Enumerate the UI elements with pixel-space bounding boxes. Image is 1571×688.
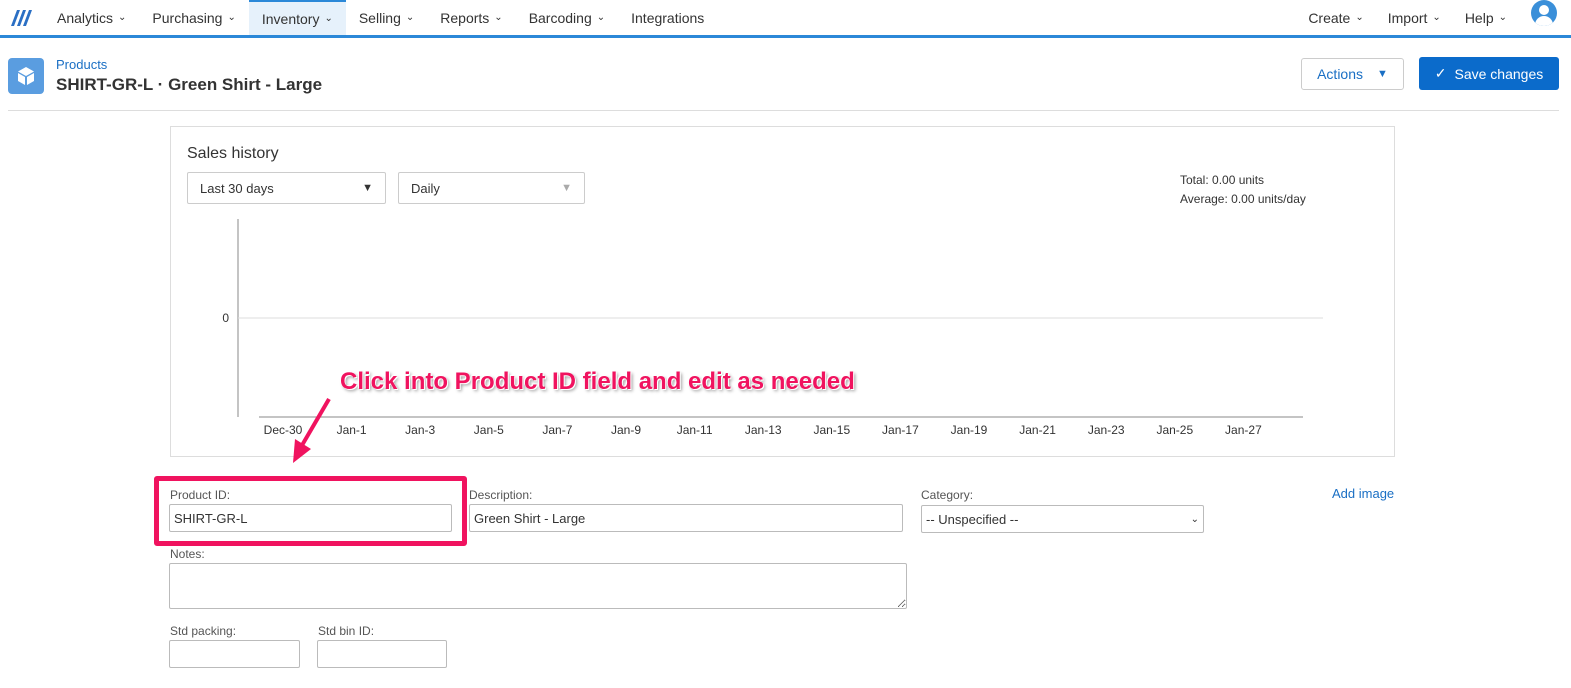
range-select[interactable]: Last 30 days ▼ (187, 172, 386, 204)
chevron-down-icon: ⌄ (1355, 12, 1364, 23)
x-tick-label: Jan-5 (474, 423, 504, 437)
nav-selling[interactable]: Selling ⌄ (346, 0, 427, 35)
x-tick-label: Jan-27 (1225, 423, 1262, 437)
average-text: Average: 0.00 units/day (1180, 192, 1306, 206)
page-title: SHIRT-GR-L · Green Shirt - Large (56, 75, 323, 94)
save-label: Save changes (1454, 65, 1544, 82)
x-tick-label: Jan-19 (951, 423, 988, 437)
std-packing-label: Std packing: (170, 624, 237, 638)
description-label: Description: (469, 488, 533, 502)
breadcrumb-products[interactable]: Products (56, 57, 107, 72)
nav-label: Selling (358, 9, 401, 26)
nav-label: Help (1464, 9, 1494, 26)
interval-select[interactable]: Daily ▼ (398, 172, 585, 204)
x-tick-label: Jan-11 (677, 423, 713, 437)
nav-purchasing[interactable]: Purchasing ⌄ (139, 0, 248, 35)
actions-button[interactable]: Actions ▼ (1301, 58, 1404, 90)
x-tick-label: Jan-13 (745, 423, 782, 437)
chevron-down-icon: ⌄ (1432, 12, 1441, 23)
check-icon: ✓ (1434, 65, 1447, 81)
category-value: -- Unspecified -- (926, 511, 1019, 527)
page-header: Products SHIRT-GR-L · Green Shirt - Larg… (8, 57, 1559, 111)
user-avatar[interactable] (1531, 0, 1557, 26)
caret-down-icon: ▼ (561, 182, 572, 194)
std-bin-input[interactable] (317, 640, 447, 668)
chevron-down-icon: ⌄ (494, 12, 503, 23)
caret-down-icon: ▼ (362, 182, 373, 194)
caret-down-icon: ▼ (1377, 68, 1388, 80)
chevron-down-icon: ⌄ (324, 13, 333, 24)
app-logo[interactable] (0, 0, 44, 35)
top-nav: Analytics ⌄ Purchasing ⌄ Inventory ⌄ Selling ⌄ R… (0, 0, 1571, 38)
chevron-down-icon: ⌄ (596, 12, 606, 23)
chevron-down-icon: ⌄ (405, 12, 415, 23)
nav-label: Reports (440, 9, 490, 26)
sales-history-title: Sales history (187, 145, 279, 162)
nav-create[interactable]: Create ⌄ (1296, 10, 1375, 26)
chevron-down-icon: ⌄ (118, 12, 127, 23)
x-tick-label: Jan-3 (405, 423, 435, 437)
nav-label: Integrations (631, 9, 705, 26)
nav-label: Create (1308, 9, 1351, 26)
chevron-down-icon: ⌄ (227, 12, 236, 23)
product-box-icon (8, 58, 44, 94)
x-tick-label: Jan-1 (337, 423, 367, 437)
chevron-down-icon: ⌄ (1498, 12, 1507, 23)
nav-analytics[interactable]: Analytics ⌄ (44, 0, 139, 35)
annotation-arrow-icon (293, 397, 331, 463)
y-tick-label: 0 (222, 311, 229, 325)
save-changes-button[interactable]: ✓ Save changes (1419, 57, 1559, 90)
nav-help[interactable]: Help ⌄ (1453, 10, 1519, 26)
std-bin-label: Std bin ID: (318, 624, 375, 638)
annotation-highlight-box (154, 476, 467, 546)
nav-label: Barcoding (528, 9, 592, 26)
nav-reports[interactable]: Reports ⌄ (427, 0, 515, 35)
annotation-text: Click into Product ID field and edit as … (340, 368, 855, 395)
nav-inventory[interactable]: Inventory ⌄ (248, 0, 346, 35)
nav-label: Import (1387, 9, 1428, 26)
nav-import[interactable]: Import ⌄ (1376, 10, 1453, 26)
category-label: Category: (921, 488, 974, 502)
nav-barcoding[interactable]: Barcoding ⌄ (516, 0, 618, 35)
x-tick-label: Jan-17 (882, 423, 919, 437)
x-tick-label: Jan-15 (813, 423, 850, 437)
sales-totals: Total: 0.00 units Average: 0.00 units/day (1180, 171, 1306, 209)
nav-label: Purchasing (152, 9, 223, 26)
notes-textarea[interactable] (169, 563, 907, 609)
total-text: Total: 0.00 units (1180, 173, 1265, 187)
interval-value: Daily (411, 180, 440, 196)
description-input[interactable] (469, 504, 903, 532)
sales-history-panel: 0 Dec-30 Jan-1 Jan-3 Jan-5 Jan-7 Jan-9 Jan-11 Ja… (170, 126, 1395, 457)
x-tick-label: Jan-23 (1088, 423, 1125, 437)
category-select[interactable]: -- Unspecified -- ⌄ (921, 505, 1204, 533)
std-packing-input[interactable] (169, 640, 300, 668)
nav-integrations[interactable]: Integrations (618, 0, 717, 35)
actions-label: Actions (1317, 66, 1364, 82)
notes-label: Notes: (170, 547, 205, 561)
nav-label: Analytics (57, 9, 114, 26)
nav-label: Inventory (261, 10, 320, 27)
chevron-down-icon: ⌄ (1190, 513, 1199, 525)
x-tick-label: Jan-25 (1156, 423, 1193, 437)
range-value: Last 30 days (200, 180, 274, 196)
x-tick-label: Jan-21 (1019, 423, 1056, 437)
x-tick-label: Jan-7 (542, 423, 572, 437)
add-image-link[interactable]: Add image (1332, 486, 1394, 501)
x-tick-label: Jan-9 (611, 423, 641, 437)
